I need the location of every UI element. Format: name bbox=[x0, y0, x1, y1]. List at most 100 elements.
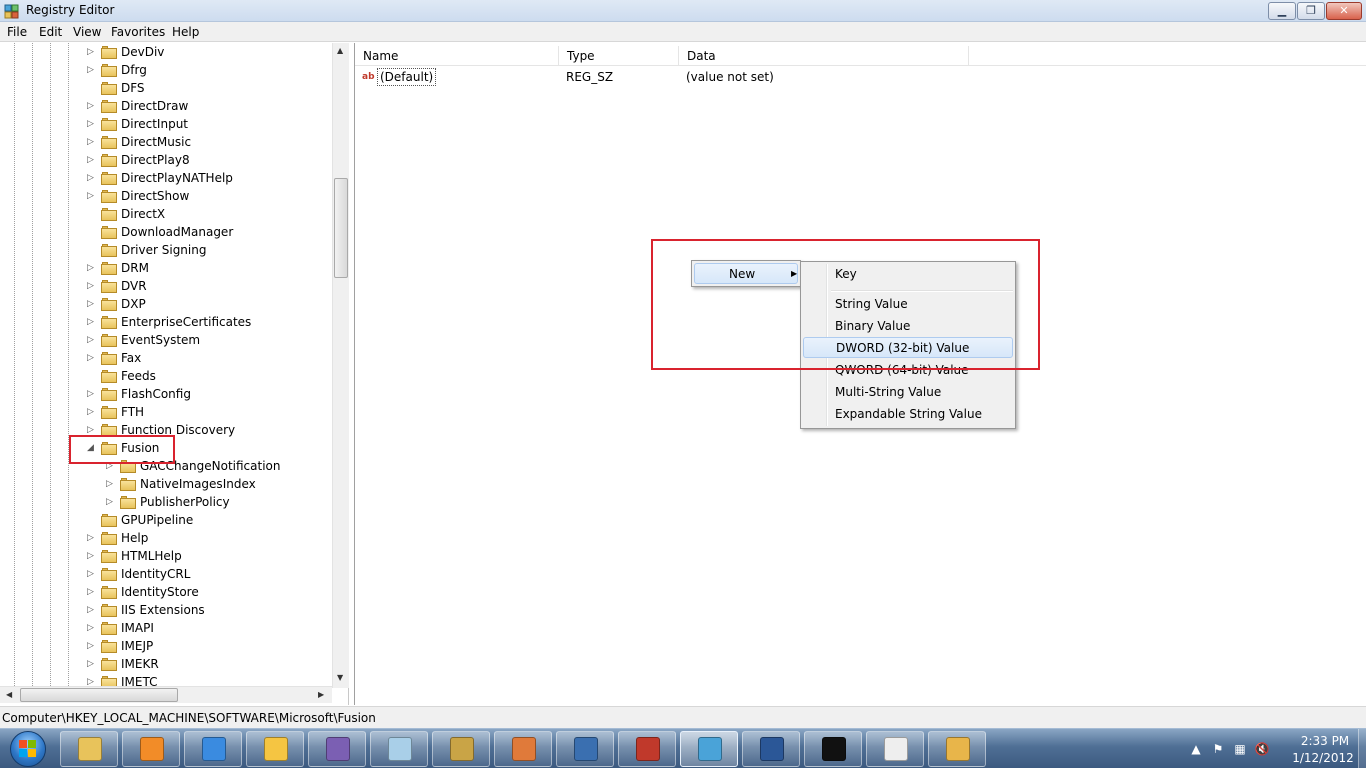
tree-item[interactable]: DownloadManager bbox=[0, 224, 332, 242]
network-icon[interactable]: ▦ bbox=[1232, 741, 1248, 757]
taskbar-button[interactable] bbox=[680, 731, 738, 767]
collapsed-arrow-icon[interactable]: ▷ bbox=[87, 551, 96, 562]
taskbar-button[interactable] bbox=[804, 731, 862, 767]
collapsed-arrow-icon[interactable]: ▷ bbox=[87, 281, 96, 292]
collapsed-arrow-icon[interactable]: ▷ bbox=[87, 533, 96, 544]
tree-item[interactable]: ▷ DirectDraw bbox=[0, 98, 332, 116]
tree-item[interactable]: ▷ Dfrg bbox=[0, 62, 332, 80]
collapsed-arrow-icon[interactable]: ▷ bbox=[87, 191, 96, 202]
tree-item[interactable]: ▷ IMEJP bbox=[0, 638, 332, 656]
taskbar-button[interactable] bbox=[866, 731, 924, 767]
tree-item[interactable]: ▷ DirectPlayNATHelp bbox=[0, 170, 332, 188]
title-bar[interactable]: Registry Editor ▁ ❐ ✕ bbox=[0, 0, 1366, 22]
collapsed-arrow-icon[interactable]: ▷ bbox=[106, 479, 115, 490]
submenu-item-expandable-string-value[interactable]: Expandable String Value bbox=[803, 404, 1013, 425]
collapsed-arrow-icon[interactable]: ▷ bbox=[106, 497, 115, 508]
registry-tree[interactable]: ▷ DevDiv ▷ Dfrg DFS ▷ DirectDraw ▷ DirectInput ▷ D… bbox=[0, 43, 349, 705]
tree-item[interactable]: Driver Signing bbox=[0, 242, 332, 260]
collapsed-arrow-icon[interactable]: ▷ bbox=[87, 407, 96, 418]
collapsed-arrow-icon[interactable]: ▷ bbox=[87, 263, 96, 274]
tree-item[interactable]: ▷ IdentityStore bbox=[0, 584, 332, 602]
tree-item[interactable]: ▷ NativeImagesIndex bbox=[0, 476, 332, 494]
tree-item[interactable]: GPUPipeline bbox=[0, 512, 332, 530]
taskbar-button[interactable] bbox=[928, 731, 986, 767]
collapsed-arrow-icon[interactable]: ▷ bbox=[87, 605, 96, 616]
scroll-down-icon[interactable]: ▼ bbox=[337, 673, 343, 682]
taskbar-button[interactable] bbox=[122, 731, 180, 767]
tree-item[interactable]: ▷ PublisherPolicy bbox=[0, 494, 332, 512]
collapsed-arrow-icon[interactable]: ▷ bbox=[87, 587, 96, 598]
tree-item[interactable]: Feeds bbox=[0, 368, 332, 386]
minimize-button[interactable]: ▁ bbox=[1268, 2, 1296, 20]
menu-edit[interactable]: Edit bbox=[39, 25, 62, 39]
collapsed-arrow-icon[interactable]: ▷ bbox=[87, 299, 96, 310]
tree-item[interactable]: ▷ DevDiv bbox=[0, 44, 332, 62]
collapsed-arrow-icon[interactable]: ▷ bbox=[87, 569, 96, 580]
column-header-type[interactable]: Type bbox=[559, 46, 679, 66]
tree-item[interactable]: ▷ Fax bbox=[0, 350, 332, 368]
tree-vertical-scrollbar[interactable]: ▲ ▼ bbox=[332, 43, 349, 688]
collapsed-arrow-icon[interactable]: ▷ bbox=[87, 173, 96, 184]
flag-icon[interactable]: ⚑ bbox=[1210, 741, 1226, 757]
tree-item[interactable]: ▷ IIS Extensions bbox=[0, 602, 332, 620]
tree-item[interactable]: ▷ DirectInput bbox=[0, 116, 332, 134]
tree-item[interactable]: ▷ EventSystem bbox=[0, 332, 332, 350]
clock-time[interactable]: 2:33 PM bbox=[1295, 734, 1355, 748]
scroll-up-icon[interactable]: ▲ bbox=[337, 46, 343, 55]
collapsed-arrow-icon[interactable]: ▷ bbox=[87, 47, 96, 58]
collapsed-arrow-icon[interactable]: ▷ bbox=[87, 659, 96, 670]
tree-item[interactable]: ▷ Help bbox=[0, 530, 332, 548]
collapsed-arrow-icon[interactable]: ▷ bbox=[87, 119, 96, 130]
collapsed-arrow-icon[interactable]: ▷ bbox=[87, 335, 96, 346]
taskbar-button[interactable] bbox=[432, 731, 490, 767]
column-header-data[interactable]: Data bbox=[679, 46, 969, 66]
scroll-left-icon[interactable]: ◀ bbox=[6, 690, 12, 699]
collapsed-arrow-icon[interactable]: ▷ bbox=[87, 65, 96, 76]
tree-item[interactable]: ▷ DVR bbox=[0, 278, 332, 296]
taskbar-button[interactable] bbox=[556, 731, 614, 767]
tree-item[interactable]: ▷ DirectPlay8 bbox=[0, 152, 332, 170]
tree-item[interactable]: ▷ DirectMusic bbox=[0, 134, 332, 152]
taskbar-button[interactable] bbox=[494, 731, 552, 767]
taskbar-button[interactable] bbox=[60, 731, 118, 767]
tree-item[interactable]: ▷ DRM bbox=[0, 260, 332, 278]
scroll-right-icon[interactable]: ▶ bbox=[318, 690, 324, 699]
collapsed-arrow-icon[interactable]: ▷ bbox=[87, 641, 96, 652]
tree-horizontal-scroll-thumb[interactable] bbox=[20, 688, 178, 702]
tree-item[interactable]: ▷ IMEKR bbox=[0, 656, 332, 674]
taskbar-button[interactable] bbox=[184, 731, 242, 767]
show-hidden-icons-icon[interactable]: ▲ bbox=[1188, 741, 1204, 757]
value-name[interactable]: (Default) bbox=[377, 68, 437, 86]
tree-item[interactable]: DirectX bbox=[0, 206, 332, 224]
tree-item[interactable]: ▷ DXP bbox=[0, 296, 332, 314]
collapsed-arrow-icon[interactable]: ▷ bbox=[87, 155, 96, 166]
collapsed-arrow-icon[interactable]: ▷ bbox=[87, 353, 96, 364]
tree-item[interactable]: ▷ EnterpriseCertificates bbox=[0, 314, 332, 332]
tree-vertical-scroll-thumb[interactable] bbox=[334, 178, 348, 278]
collapsed-arrow-icon[interactable]: ▷ bbox=[87, 101, 96, 112]
collapsed-arrow-icon[interactable]: ▷ bbox=[87, 317, 96, 328]
column-header-name[interactable]: Name bbox=[355, 46, 559, 66]
start-button[interactable] bbox=[3, 730, 53, 768]
tree-item[interactable]: DFS bbox=[0, 80, 332, 98]
collapsed-arrow-icon[interactable]: ▷ bbox=[87, 623, 96, 634]
menu-view[interactable]: View bbox=[73, 25, 101, 39]
tree-item[interactable]: ▷ FTH bbox=[0, 404, 332, 422]
collapsed-arrow-icon[interactable]: ▷ bbox=[87, 389, 96, 400]
submenu-item-multi-string-value[interactable]: Multi-String Value bbox=[803, 382, 1013, 403]
taskbar-button[interactable] bbox=[246, 731, 304, 767]
taskbar-button[interactable] bbox=[308, 731, 366, 767]
restore-button[interactable]: ❐ bbox=[1297, 2, 1325, 20]
taskbar-button[interactable] bbox=[742, 731, 800, 767]
close-button[interactable]: ✕ bbox=[1326, 2, 1362, 20]
tree-item[interactable]: ▷ IdentityCRL bbox=[0, 566, 332, 584]
taskbar-button[interactable] bbox=[370, 731, 428, 767]
tree-horizontal-scrollbar[interactable]: ◀ ▶ bbox=[0, 686, 332, 703]
tree-item[interactable]: ▷ IMAPI bbox=[0, 620, 332, 638]
tree-item[interactable]: ▷ HTMLHelp bbox=[0, 548, 332, 566]
menu-help[interactable]: Help bbox=[172, 25, 199, 39]
menu-favorites[interactable]: Favorites bbox=[111, 25, 165, 39]
volume-muted-icon[interactable]: 🔇 bbox=[1254, 741, 1270, 757]
collapsed-arrow-icon[interactable]: ▷ bbox=[87, 137, 96, 148]
menu-file[interactable]: File bbox=[7, 25, 27, 39]
